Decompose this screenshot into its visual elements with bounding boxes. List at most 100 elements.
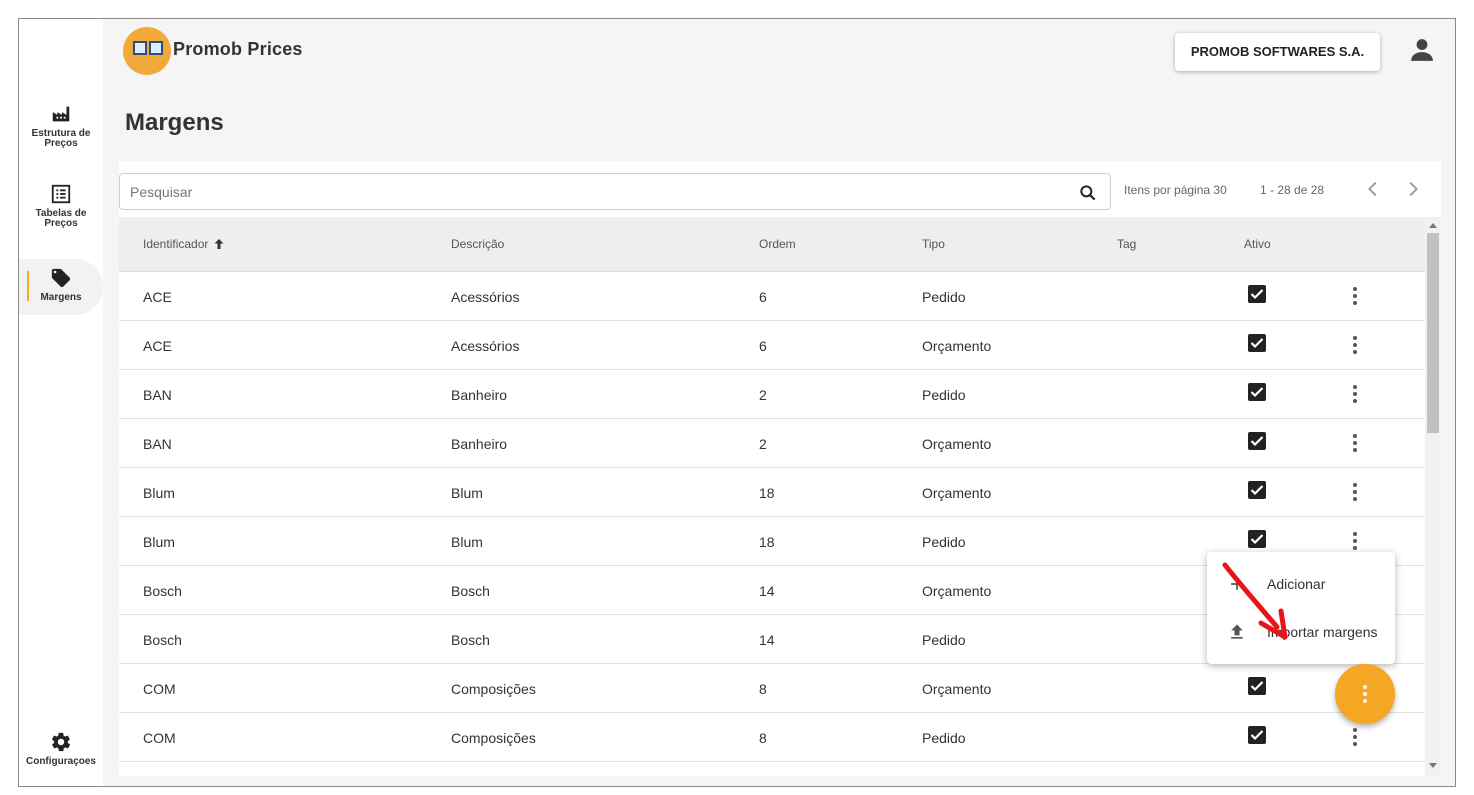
active-checkbox[interactable] — [1248, 383, 1266, 401]
table-row[interactable]: ACE Acessórios 6 Pedido — [119, 272, 1425, 321]
checkmark-icon — [1250, 681, 1264, 692]
table-row[interactable]: BAN Banheiro 2 Orçamento — [119, 419, 1425, 468]
pagination-range: 1 - 28 de 28 — [1260, 183, 1325, 197]
checkmark-icon — [1250, 436, 1264, 447]
sidebar-item-margens[interactable]: Margens — [19, 259, 103, 315]
sidebar-item-label: Margens — [40, 292, 82, 303]
scroll-down-arrow-icon[interactable] — [1429, 763, 1437, 768]
gear-icon — [51, 732, 71, 752]
table-row[interactable]: Blum Blum 18 Orçamento — [119, 468, 1425, 517]
sidebar-item-tabelas[interactable]: Tabelas de Preços — [19, 183, 103, 239]
column-header-ativo[interactable]: Ativo — [1244, 237, 1271, 251]
app-window: Estrutura de Preços Tabelas de Preços Ma… — [18, 18, 1456, 787]
red-annotation-arrow-icon — [1222, 562, 1288, 640]
table-body: ACE Acessórios 6 Pedido ACE Acessórios 6 Orçame… — [119, 272, 1425, 762]
cell-identificador: COM — [143, 730, 176, 746]
active-checkbox[interactable] — [1248, 432, 1266, 450]
column-header-ordem[interactable]: Ordem — [759, 237, 796, 251]
cell-descricao: Composições — [451, 681, 536, 697]
scrollbar-thumb[interactable] — [1427, 233, 1439, 433]
cell-descricao: Acessórios — [451, 289, 520, 305]
row-more-options-icon[interactable] — [1345, 433, 1365, 453]
table-row[interactable]: COM Composições 8 Pedido — [119, 713, 1425, 762]
cell-ordem: 14 — [759, 632, 775, 648]
tag-icon — [51, 268, 71, 288]
checkmark-icon — [1250, 534, 1264, 545]
active-checkbox[interactable] — [1248, 530, 1266, 548]
search-input[interactable] — [130, 174, 1060, 209]
sort-ascending-icon — [214, 239, 224, 249]
table-row[interactable]: COM Composições 8 Orçamento — [119, 664, 1425, 713]
sidebar-item-configuracoes[interactable]: Configuraçoes — [19, 731, 103, 779]
cell-descricao: Banheiro — [451, 436, 508, 452]
cell-identificador: Blum — [143, 534, 175, 550]
app-header: Promob Prices PROMOB SOFTWARES S.A. — [103, 19, 1455, 83]
cell-identificador: BAN — [143, 387, 172, 403]
cell-tipo: Pedido — [922, 534, 966, 550]
cell-descricao: Banheiro — [451, 387, 508, 403]
margins-table-card: Itens por página 30 1 - 28 de 28 Identif… — [119, 161, 1441, 776]
cell-ordem: 8 — [759, 681, 767, 697]
app-logo — [123, 27, 171, 75]
sidebar: Estrutura de Preços Tabelas de Preços Ma… — [19, 19, 103, 786]
cell-identificador: Bosch — [143, 632, 182, 648]
column-header-descricao[interactable]: Descrição — [451, 237, 504, 251]
app-title: Promob Prices — [173, 39, 303, 59]
cell-tipo: Orçamento — [922, 436, 992, 452]
active-checkbox[interactable] — [1248, 677, 1266, 695]
list-icon — [51, 184, 71, 204]
row-more-options-icon[interactable] — [1345, 727, 1365, 747]
column-label: Identificador — [143, 237, 209, 251]
column-header-identificador[interactable]: Identificador — [143, 237, 225, 251]
table-row[interactable]: ACE Acessórios 6 Orçamento — [119, 321, 1425, 370]
cell-tipo: Orçamento — [922, 681, 992, 697]
items-per-page-label[interactable]: Itens por página 30 — [1124, 183, 1227, 197]
search-icon[interactable] — [1078, 183, 1098, 203]
table-scrollbar[interactable] — [1425, 217, 1441, 776]
cell-tipo: Orçamento — [922, 338, 992, 354]
user-account-icon[interactable] — [1409, 37, 1435, 63]
checkmark-icon — [1250, 289, 1264, 300]
cell-descricao: Blum — [451, 485, 483, 501]
column-header-tipo[interactable]: Tipo — [922, 237, 945, 251]
sidebar-item-label: Tabelas de Preços — [35, 208, 87, 229]
scroll-up-arrow-icon[interactable] — [1429, 223, 1437, 228]
cell-ordem: 14 — [759, 583, 775, 599]
active-checkbox[interactable] — [1248, 481, 1266, 499]
cell-descricao: Composições — [451, 730, 536, 746]
cell-ordem: 18 — [759, 534, 775, 550]
cell-identificador: BAN — [143, 436, 172, 452]
chevron-left-icon[interactable] — [1362, 178, 1384, 200]
row-more-options-icon[interactable] — [1345, 286, 1365, 306]
active-checkbox[interactable] — [1248, 334, 1266, 352]
table-row[interactable]: BAN Banheiro 2 Pedido — [119, 370, 1425, 419]
cell-identificador: ACE — [143, 338, 172, 354]
cell-ordem: 6 — [759, 338, 767, 354]
company-selector-button[interactable]: PROMOB SOFTWARES S.A. — [1175, 33, 1380, 71]
cell-tipo: Orçamento — [922, 583, 992, 599]
sidebar-item-label: Estrutura de Preços — [31, 128, 91, 149]
cell-identificador: Blum — [143, 485, 175, 501]
row-more-options-icon[interactable] — [1345, 384, 1365, 404]
chevron-right-icon[interactable] — [1402, 178, 1424, 200]
cell-ordem: 2 — [759, 387, 767, 403]
table-header: Identificador Descrição Ordem Tipo Tag A… — [119, 217, 1425, 272]
cell-tipo: Pedido — [922, 289, 966, 305]
cell-tipo: Pedido — [922, 730, 966, 746]
active-checkbox[interactable] — [1248, 726, 1266, 744]
floating-actions-button[interactable] — [1335, 664, 1395, 724]
row-more-options-icon[interactable] — [1345, 531, 1365, 551]
row-more-options-icon[interactable] — [1345, 482, 1365, 502]
sidebar-item-label: Configuraçoes — [25, 756, 96, 767]
cell-descricao: Blum — [451, 534, 483, 550]
row-more-options-icon[interactable] — [1345, 335, 1365, 355]
cell-tipo: Orçamento — [922, 485, 992, 501]
cell-ordem: 6 — [759, 289, 767, 305]
page-title: Margens — [125, 109, 224, 136]
cell-tipo: Pedido — [922, 632, 966, 648]
active-checkbox[interactable] — [1248, 285, 1266, 303]
column-header-tag[interactable]: Tag — [1117, 237, 1136, 251]
sidebar-item-estrutura[interactable]: Estrutura de Preços — [19, 103, 103, 159]
cell-descricao: Bosch — [451, 632, 490, 648]
cell-identificador: ACE — [143, 289, 172, 305]
